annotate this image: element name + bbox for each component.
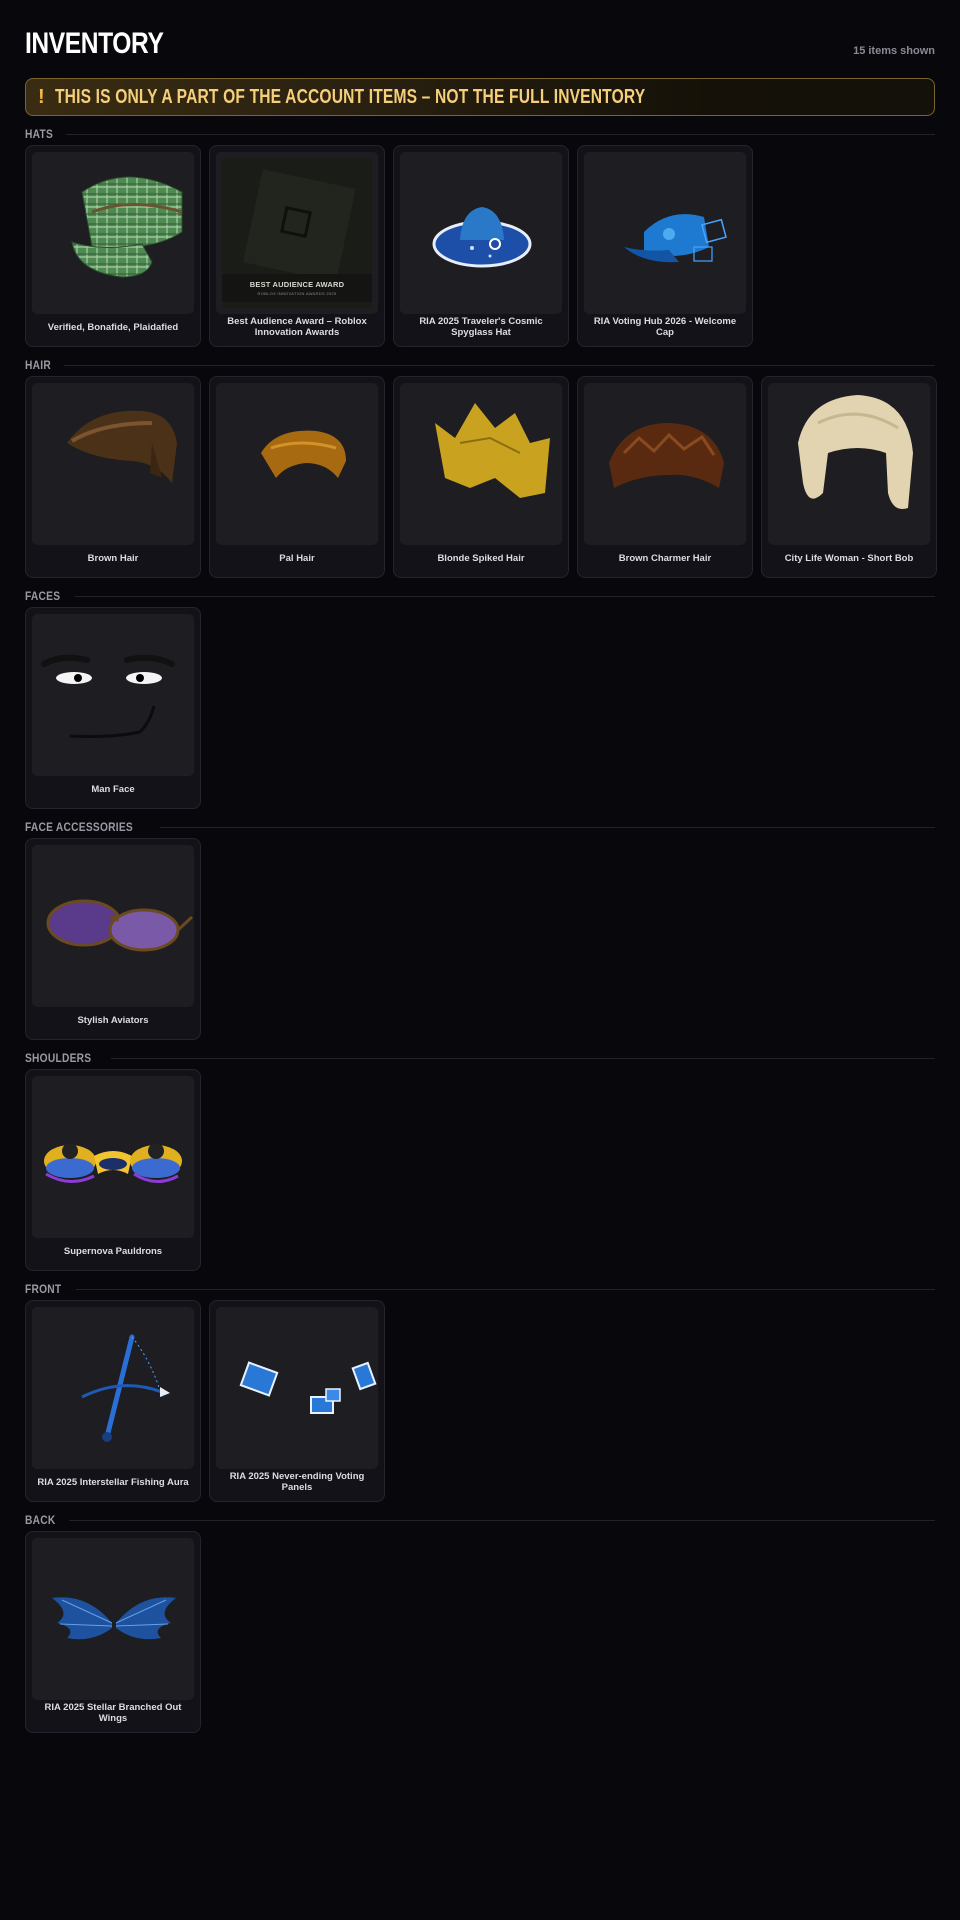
award-subtitle: ROBLOX INNOVATION AWARDS 2025 [257,291,337,296]
voting-panels-icon [216,1307,378,1469]
item-card[interactable]: Supernova Pauldrons [25,1069,201,1271]
award-plaque-icon: BEST AUDIENCE AWARD ROBLOX INNOVATION AWA… [216,152,378,314]
item-name: RIA 2025 Never-ending Voting Panels [229,1471,365,1493]
pal-hair-icon [216,383,378,545]
section-divider [65,133,935,135]
section-title: FRONT [25,1282,62,1296]
spiked-hair-icon [400,383,562,545]
item-name: Brown Charmer Hair [618,552,712,564]
section-header: SHOULDERS [25,1051,935,1065]
section-title: FACE ACCESSORIES [25,820,133,834]
item-card[interactable]: Blonde Spiked Hair [393,376,569,578]
item-grid: Man Face [25,607,935,809]
item-grid: Verified, Bonafide, Plaidafied BEST AUDI… [25,145,935,347]
section-hats: HATS Verified, Bonafide, Plaidafied BEST… [25,127,935,347]
page-title: INVENTORY [25,27,164,60]
cosmic-hat-icon [400,152,562,314]
section-divider [74,595,935,597]
item-card[interactable]: Pal Hair [209,376,385,578]
pauldrons-icon [32,1076,194,1238]
item-card[interactable]: Brown Charmer Hair [577,376,753,578]
award-banner: BEST AUDIENCE AWARD ROBLOX INNOVATION AWA… [222,274,372,302]
section-title: BACK [25,1513,56,1527]
item-card[interactable]: Verified, Bonafide, Plaidafied [25,145,201,347]
inventory-page: INVENTORY 15 items shown ! THIS IS ONLY … [0,0,960,1920]
award-title: BEST AUDIENCE AWARD [249,280,345,289]
section-header: FACE ACCESSORIES [25,820,935,834]
section-header: FRONT [25,1282,935,1296]
item-name: Stylish Aviators [77,1014,149,1026]
section-header: FACES [25,589,935,603]
item-grid: RIA 2025 Stellar Branched Out Wings [25,1531,935,1733]
item-name: RIA 2025 Traveler's Cosmic Spyglass Hat [419,316,543,338]
item-card[interactable]: RIA 2025 Traveler's Cosmic Spyglass Hat [393,145,569,347]
item-card[interactable]: City Life Woman - Short Bob [761,376,937,578]
stellar-wings-icon [32,1538,194,1700]
item-name: Best Audience Award – Roblox Innovation … [227,316,367,338]
holo-cap-icon [584,152,746,314]
bob-hair-icon [768,383,930,545]
man-face-icon [32,614,194,776]
section-divider [160,826,935,828]
section-header: HATS [25,127,935,141]
section-title: FACES [25,589,61,603]
warning-text: THIS IS ONLY A PART OF THE ACCOUNT ITEMS… [54,85,645,108]
item-grid: Stylish Aviators [25,838,935,1040]
item-card[interactable]: RIA 2025 Never-ending Voting Panels [209,1300,385,1502]
section-face-accessories: FACE ACCESSORIES Stylish Aviators [25,820,935,1040]
item-card[interactable]: Man Face [25,607,201,809]
plaid-cap-icon [32,152,194,314]
item-card[interactable]: RIA Voting Hub 2026 - Welcome Cap [577,145,753,347]
item-card[interactable]: Stylish Aviators [25,838,201,1040]
section-front: FRONT RIA 2025 Interstellar Fishing Aura… [25,1282,935,1502]
item-name: RIA 2025 Stellar Branched Out Wings [44,1702,182,1724]
aviators-icon [32,845,194,1007]
item-name: Supernova Pauldrons [63,1245,163,1257]
item-name: Man Face [91,783,135,795]
item-grid: Supernova Pauldrons [25,1069,935,1271]
item-card[interactable]: RIA 2025 Stellar Branched Out Wings [25,1531,201,1733]
section-hair: HAIR Brown Hair Pal Hair Blonde Spiked H… [25,358,937,578]
section-divider [68,1519,935,1521]
section-header: HAIR [25,358,935,372]
items-count: 15 items shown [853,45,935,57]
section-title: HATS [25,127,54,141]
item-card[interactable]: BEST AUDIENCE AWARD ROBLOX INNOVATION AWA… [209,145,385,347]
item-name: Verified, Bonafide, Plaidafied [47,321,179,333]
section-divider [111,1057,935,1059]
header: INVENTORY 15 items shown [25,28,935,60]
section-header: BACK [25,1513,935,1527]
fishing-aura-icon [32,1307,194,1469]
item-name: Brown Hair [87,552,139,564]
section-title: SHOULDERS [25,1051,92,1065]
item-card[interactable]: Brown Hair [25,376,201,578]
item-name: Blonde Spiked Hair [437,552,525,564]
sections-container: HATS Verified, Bonafide, Plaidafied BEST… [25,127,937,1733]
charmer-hair-icon [584,383,746,545]
award-plaque: BEST AUDIENCE AWARD ROBLOX INNOVATION AWA… [222,158,372,308]
item-card[interactable]: RIA 2025 Interstellar Fishing Aura [25,1300,201,1502]
item-grid: RIA 2025 Interstellar Fishing Aura RIA 2… [25,1300,935,1502]
section-faces: FACES Man Face [25,589,935,809]
item-name: RIA 2025 Interstellar Fishing Aura [37,1476,189,1488]
section-divider [63,364,935,366]
item-name: RIA Voting Hub 2026 - Welcome Cap [593,316,737,338]
section-back: BACK RIA 2025 Stellar Branched Out Wings [25,1513,935,1733]
section-shoulders: SHOULDERS Supernova Pauldrons [25,1051,935,1271]
brown-hair-icon [32,383,194,545]
item-grid: Brown Hair Pal Hair Blonde Spiked Hair B… [25,376,937,578]
section-title: HAIR [25,358,51,372]
section-divider [75,1288,935,1290]
item-name: Pal Hair [279,552,315,564]
item-name: City Life Woman - Short Bob [784,552,914,564]
warning-banner: ! THIS IS ONLY A PART OF THE ACCOUNT ITE… [25,78,935,116]
exclamation-icon: ! [38,86,45,108]
